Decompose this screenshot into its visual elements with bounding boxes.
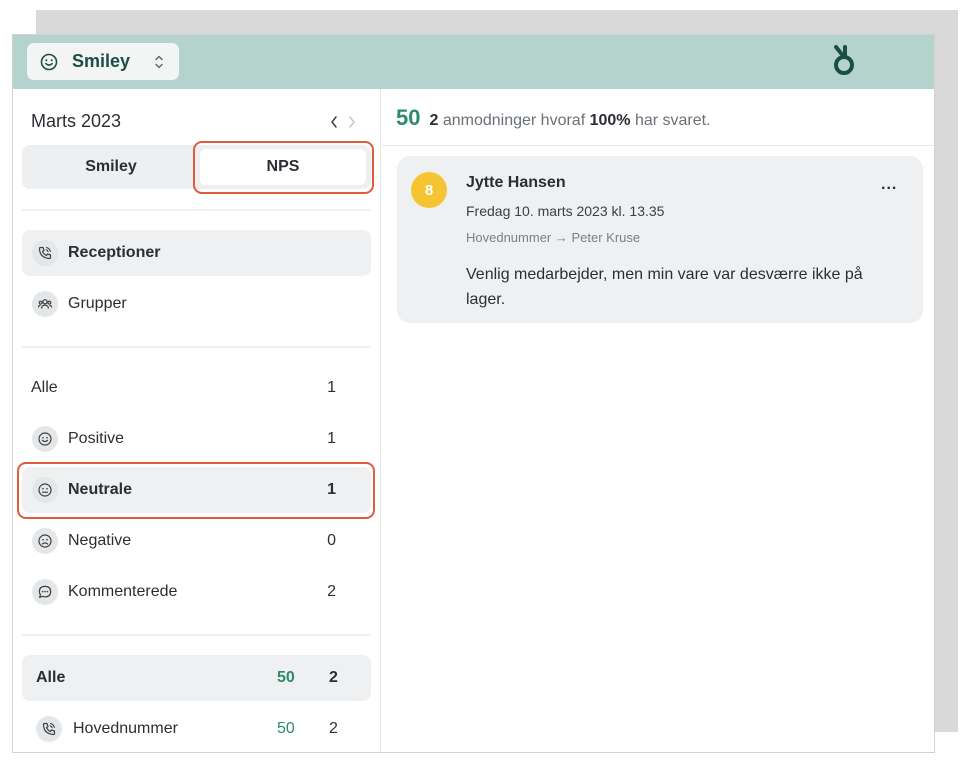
sidebar: Marts 2023 Smiley NPS Receptioner Gruppe… [13, 89, 381, 752]
chevron-right-icon[interactable] [347, 115, 357, 129]
smiley-happy-icon [32, 426, 58, 452]
tab-nps[interactable]: NPS [200, 149, 366, 185]
filter-count: 0 [327, 532, 336, 549]
main-panel: 50 2 anmodninger hvoraf 100% har svaret.… [382, 89, 934, 752]
app-window: Smiley Marts 2023 Smiley NPS Receptioner… [12, 34, 935, 753]
summary-text: har svaret. [630, 112, 711, 129]
score-badge: 8 [411, 172, 447, 208]
total-row-hovednummer[interactable]: Hovednummer 50 2 [22, 706, 371, 752]
more-menu-button[interactable]: ... [881, 176, 897, 194]
total-score: 50 [277, 720, 295, 737]
brand-logo-icon [834, 45, 854, 75]
filter-positive[interactable]: Positive 1 [22, 416, 371, 462]
filter-label: Kommenterede [68, 583, 178, 600]
filter-alle[interactable]: Alle 1 [22, 365, 371, 411]
sidebar-item-receptioner[interactable]: Receptioner [22, 230, 371, 276]
call-route: Hovednummer → Peter Kruse [466, 230, 641, 245]
total-score: 50 [277, 669, 295, 686]
total-label: Hovednummer [73, 720, 178, 737]
mode-select-label: Smiley [72, 51, 131, 71]
filter-kommenterede[interactable]: Kommenterede 2 [22, 569, 371, 615]
total-count: 2 [329, 669, 338, 686]
filter-count: 1 [327, 430, 336, 447]
filter-label: Negative [68, 532, 132, 549]
response-date: Fredag 10. marts 2023 kl. 13.35 [466, 203, 665, 219]
month-label: Marts 2023 [31, 111, 122, 131]
filter-count: 2 [327, 583, 336, 600]
filter-negative[interactable]: Negative 0 [22, 518, 371, 564]
phone-icon [36, 716, 62, 742]
group-icon [32, 291, 58, 317]
total-row-alle[interactable]: Alle 50 2 [22, 655, 371, 701]
chevron-left-icon[interactable] [329, 115, 339, 129]
filter-neutrale[interactable]: Neutrale 1 [22, 467, 371, 513]
sidebar-item-grupper[interactable]: Grupper [22, 281, 371, 327]
top-bar: Smiley [13, 35, 934, 89]
sidebar-item-label: Receptioner [68, 244, 161, 261]
filter-count: 1 [327, 481, 336, 498]
divider [22, 346, 371, 348]
filter-count: 1 [327, 379, 336, 396]
divider [22, 634, 371, 636]
nps-score: 50 [396, 105, 421, 130]
response-rate: 100% [589, 112, 631, 129]
sidebar-item-label: Grupper [68, 295, 127, 312]
comment-icon [32, 579, 58, 605]
filter-label: Positive [68, 430, 125, 447]
total-label: Alle [36, 669, 66, 686]
chevron-updown-icon [155, 55, 163, 69]
smiley-sad-icon [32, 528, 58, 554]
month-navigation [329, 115, 357, 129]
summary-line: 50 2 anmodninger hvoraf 100% har svaret. [396, 105, 711, 131]
filter-label: Alle [31, 379, 58, 396]
response-comment: Venlig medarbejder, men min vare var des… [466, 266, 863, 308]
phone-icon [32, 240, 58, 266]
total-count: 2 [329, 720, 338, 737]
response-card[interactable]: 8 Jytte Hansen Fredag 10. marts 2023 kl.… [397, 156, 923, 323]
divider [22, 209, 371, 211]
summary-text: anmodninger hvoraf [438, 112, 590, 129]
filter-label: Neutrale [68, 481, 133, 498]
respondent-name: Jytte Hansen [466, 174, 566, 191]
score-type-toggle: Smiley NPS [22, 145, 371, 189]
smiley-neutral-icon [32, 477, 58, 503]
mode-select[interactable]: Smiley [27, 43, 179, 80]
request-count: 2 [429, 112, 439, 129]
smiley-icon [40, 53, 58, 70]
divider [382, 145, 934, 146]
tab-smiley[interactable]: Smiley [22, 145, 200, 189]
